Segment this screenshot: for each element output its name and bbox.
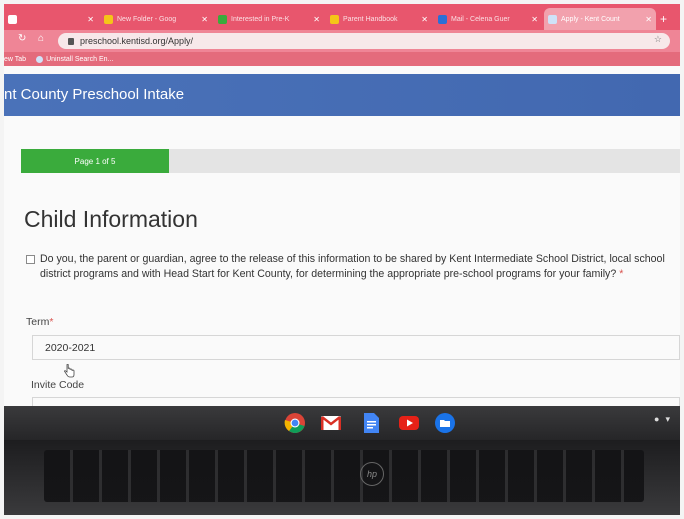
browser-tab-4[interactable]: Mail - Celena Guer ✕ xyxy=(434,8,542,30)
keyboard-keys xyxy=(44,450,644,502)
browser-tab-5-active[interactable]: Apply - Kent Count ✕ xyxy=(544,8,656,30)
address-bar[interactable]: preschool.kentisd.org/Apply/ ☆ xyxy=(58,33,670,49)
url-text: preschool.kentisd.org/Apply/ xyxy=(80,36,194,46)
classroom-icon xyxy=(218,14,227,24)
tab-close-icon[interactable]: ✕ xyxy=(531,15,538,24)
youtube-icon[interactable] xyxy=(398,412,420,434)
tab-close-icon[interactable]: ✕ xyxy=(645,15,652,24)
browser-toolbar: ↻ ⌂ preschool.kentisd.org/Apply/ ☆ xyxy=(4,30,680,52)
bookmark-label: Uninstall Search En... xyxy=(46,55,114,63)
required-marker: * xyxy=(49,316,54,328)
brand-text: hp xyxy=(366,469,377,479)
tab-title: Parent Handbook xyxy=(343,15,398,23)
browser-tab-0[interactable]: ✕ xyxy=(4,8,98,30)
consent-question: Do you, the parent or guardian, agree to… xyxy=(26,252,680,282)
laptop-screen-photo: ✕ New Folder - Goog ✕ Interested in Pre-… xyxy=(4,4,680,515)
tab-close-icon[interactable]: ✕ xyxy=(201,15,208,24)
bookmark-uninstall[interactable]: Uninstall Search En... xyxy=(36,55,114,63)
invite-code-input[interactable] xyxy=(32,397,680,406)
site-header: nt County Preschool Intake xyxy=(4,74,680,116)
laptop-keyboard: hp xyxy=(4,440,680,515)
wifi-icon: ▾ xyxy=(665,414,670,424)
drive-icon xyxy=(330,14,339,24)
progress-label: Page 1 of 5 xyxy=(74,156,116,166)
tab-close-icon[interactable]: ✕ xyxy=(87,15,94,24)
tab-title: Apply - Kent Count xyxy=(561,15,620,23)
term-select[interactable]: 2020-2021 xyxy=(32,335,680,360)
tab-title: New Folder - Goog xyxy=(117,15,177,23)
required-marker: * xyxy=(619,268,624,280)
new-tab-button[interactable]: + xyxy=(656,8,676,30)
bookmark-new-tab[interactable]: ew Tab xyxy=(4,56,26,63)
hp-logo: hp xyxy=(360,462,384,486)
browser-tab-1[interactable]: New Folder - Goog ✕ xyxy=(100,8,212,30)
lock-icon xyxy=(68,37,74,45)
home-icon[interactable]: ⌂ xyxy=(38,33,44,44)
consent-text: Do you, the parent or guardian, agree to… xyxy=(40,253,665,280)
gmail-icon[interactable] xyxy=(320,412,342,434)
site-title: nt County Preschool Intake xyxy=(4,86,185,103)
docs-icon[interactable] xyxy=(360,412,382,434)
bookmark-star-icon[interactable]: ☆ xyxy=(654,34,662,45)
drive-icon xyxy=(104,14,113,24)
chrome-icon[interactable] xyxy=(284,412,306,434)
bookmarks-bar: ew Tab Uninstall Search En... xyxy=(4,52,680,66)
progress-bar: Page 1 of 5 xyxy=(21,149,680,173)
term-selected-value: 2020-2021 xyxy=(45,341,96,354)
tab-title: Interested in Pre-K xyxy=(231,15,290,23)
consent-checkbox[interactable] xyxy=(26,255,35,264)
bookmark-favicon-icon xyxy=(36,55,44,63)
tab-close-icon[interactable]: ✕ xyxy=(313,15,320,24)
invite-code-label: Invite Code xyxy=(31,379,85,391)
hand-cursor-icon xyxy=(64,364,75,378)
page-favicon-icon xyxy=(548,14,557,24)
browser-tab-3[interactable]: Parent Handbook ✕ xyxy=(326,8,432,30)
reload-icon[interactable]: ↻ xyxy=(18,33,26,44)
term-label-text: Term xyxy=(26,316,50,328)
tab-close-icon[interactable]: ✕ xyxy=(421,15,428,24)
outlook-icon xyxy=(438,14,447,24)
web-page: nt County Preschool Intake Page 1 of 5 C… xyxy=(4,66,680,406)
info-icon: ● xyxy=(654,414,660,424)
tab-favicon-icon xyxy=(8,14,17,24)
tab-title: Mail - Celena Guer xyxy=(451,15,510,23)
browser-tab-strip: ✕ New Folder - Goog ✕ Interested in Pre-… xyxy=(4,4,680,30)
consent-label: Do you, the parent or guardian, agree to… xyxy=(40,252,680,282)
bookmark-label: ew Tab xyxy=(4,55,27,63)
term-label: Term* xyxy=(26,316,53,328)
files-icon[interactable] xyxy=(434,412,456,434)
browser-tab-2[interactable]: Interested in Pre-K ✕ xyxy=(214,8,324,30)
progress-fill: Page 1 of 5 xyxy=(21,149,169,173)
system-tray[interactable]: ● ▾ xyxy=(654,414,670,425)
os-shelf: ● ▾ xyxy=(4,406,680,440)
section-title: Child Information xyxy=(24,206,198,232)
